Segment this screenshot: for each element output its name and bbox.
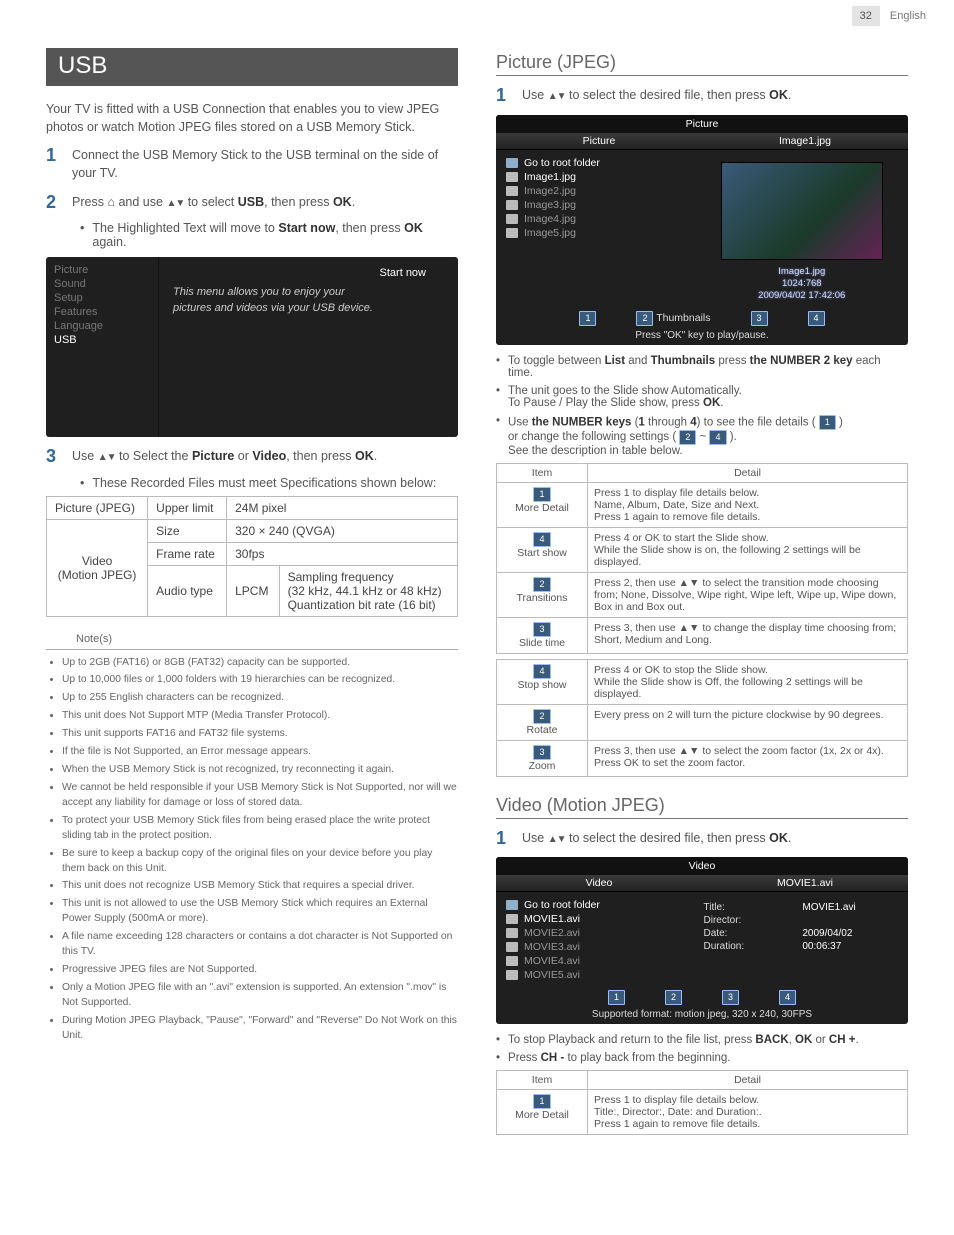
osd-start-now: Start now [173,267,444,279]
page-lang: English [890,10,926,22]
usb-step-1: 1 Connect the USB Memory Stick to the US… [46,146,458,182]
usb-intro: Your TV is fitted with a USB Connection … [46,100,458,136]
menu-usb: USB [54,333,150,347]
picture-bullet-2: • The unit goes to the Slide show Automa… [496,385,908,409]
usb-step-3-sub: • These Recorded Files must meet Specifi… [80,476,458,490]
osd-usb-menu: Picture Sound Setup Features Language US… [46,257,458,437]
up-down-icon: ▲▼ [548,91,566,102]
usb-step-2: 2 Press ⌂ and use ▲▼ to select USB, then… [46,193,458,212]
video-step-1: 1 Use ▲▼ to select the desired file, the… [496,829,908,848]
file-icon [506,200,518,210]
file-icon [506,942,518,952]
usb-step-3: 3 Use ▲▼ to Select the Picture or Video,… [46,447,458,466]
up-down-icon: ▲▼ [548,834,566,845]
osd-usb-msg: This menu allows you to enjoy your pictu… [173,285,373,317]
page-header: 32 English [852,6,926,26]
folder-icon [506,900,518,910]
file-icon [506,914,518,924]
video-detail-table: ItemDetail 1More DetailPress 1 to displa… [496,1070,908,1135]
menu-sound: Sound [54,277,150,291]
file-icon [506,186,518,196]
right-column: Picture (JPEG) 1 Use ▲▼ to select the de… [496,48,908,1135]
key-3-badge: 3 [751,311,768,326]
file-icon [506,228,518,238]
file-icon [506,928,518,938]
usb-step-2-sub: • The Highlighted Text will move to Star… [80,221,458,249]
manual-page: 32 English USB Your TV is fitted with a … [0,0,954,1235]
folder-icon [506,158,518,168]
notes-list: Up to 2GB (FAT16) or 8GB (FAT32) capacit… [46,656,458,1044]
picture-step-1: 1 Use ▲▼ to select the desired file, the… [496,86,908,105]
menu-setup: Setup [54,291,150,305]
menu-features: Features [54,305,150,319]
spec-table: Picture (JPEG)Upper limit24M pixel Video… [46,496,458,617]
picture-bullet-1: • To toggle between List and Thumbnails … [496,355,908,379]
picture-bullet-3: • Use the NUMBER keys (1 through 4) to s… [496,415,908,457]
up-down-icon: ▲▼ [166,198,184,209]
osd-video-browser: Video VideoMOVIE1.avi Go to root folder … [496,857,908,1024]
key-1-badge: 1 [579,311,596,326]
key-4-badge: 4 [808,311,825,326]
osd-picture-browser: Picture PictureImage1.jpg Go to root fol… [496,115,908,345]
left-column: USB Your TV is fitted with a USB Connect… [46,48,458,1135]
up-down-icon: ▲▼ [98,452,116,463]
menu-language: Language [54,319,150,333]
file-icon [506,956,518,966]
video-meta: Title:MOVIE1.avi Director: Date:2009/04/… [704,902,900,952]
section-video-title: Video (Motion JPEG) [496,795,908,819]
file-icon [506,172,518,182]
notes-heading: Note(s) [76,633,458,645]
file-icon [506,970,518,980]
thumbnail-preview [721,162,883,260]
file-icon [506,214,518,224]
video-bullet-2: • Press CH - to play back from the begin… [496,1052,908,1064]
section-picture-title: Picture (JPEG) [496,52,908,76]
key-2-badge: 2 [636,311,653,326]
video-bullet-1: • To stop Playback and return to the fil… [496,1034,908,1046]
section-usb-title: USB [46,48,458,86]
home-icon: ⌂ [107,195,115,209]
picture-detail-table: ItemDetail 1More DetailPress 1 to displa… [496,463,908,777]
page-number: 32 [852,6,880,26]
menu-picture: Picture [54,263,150,277]
